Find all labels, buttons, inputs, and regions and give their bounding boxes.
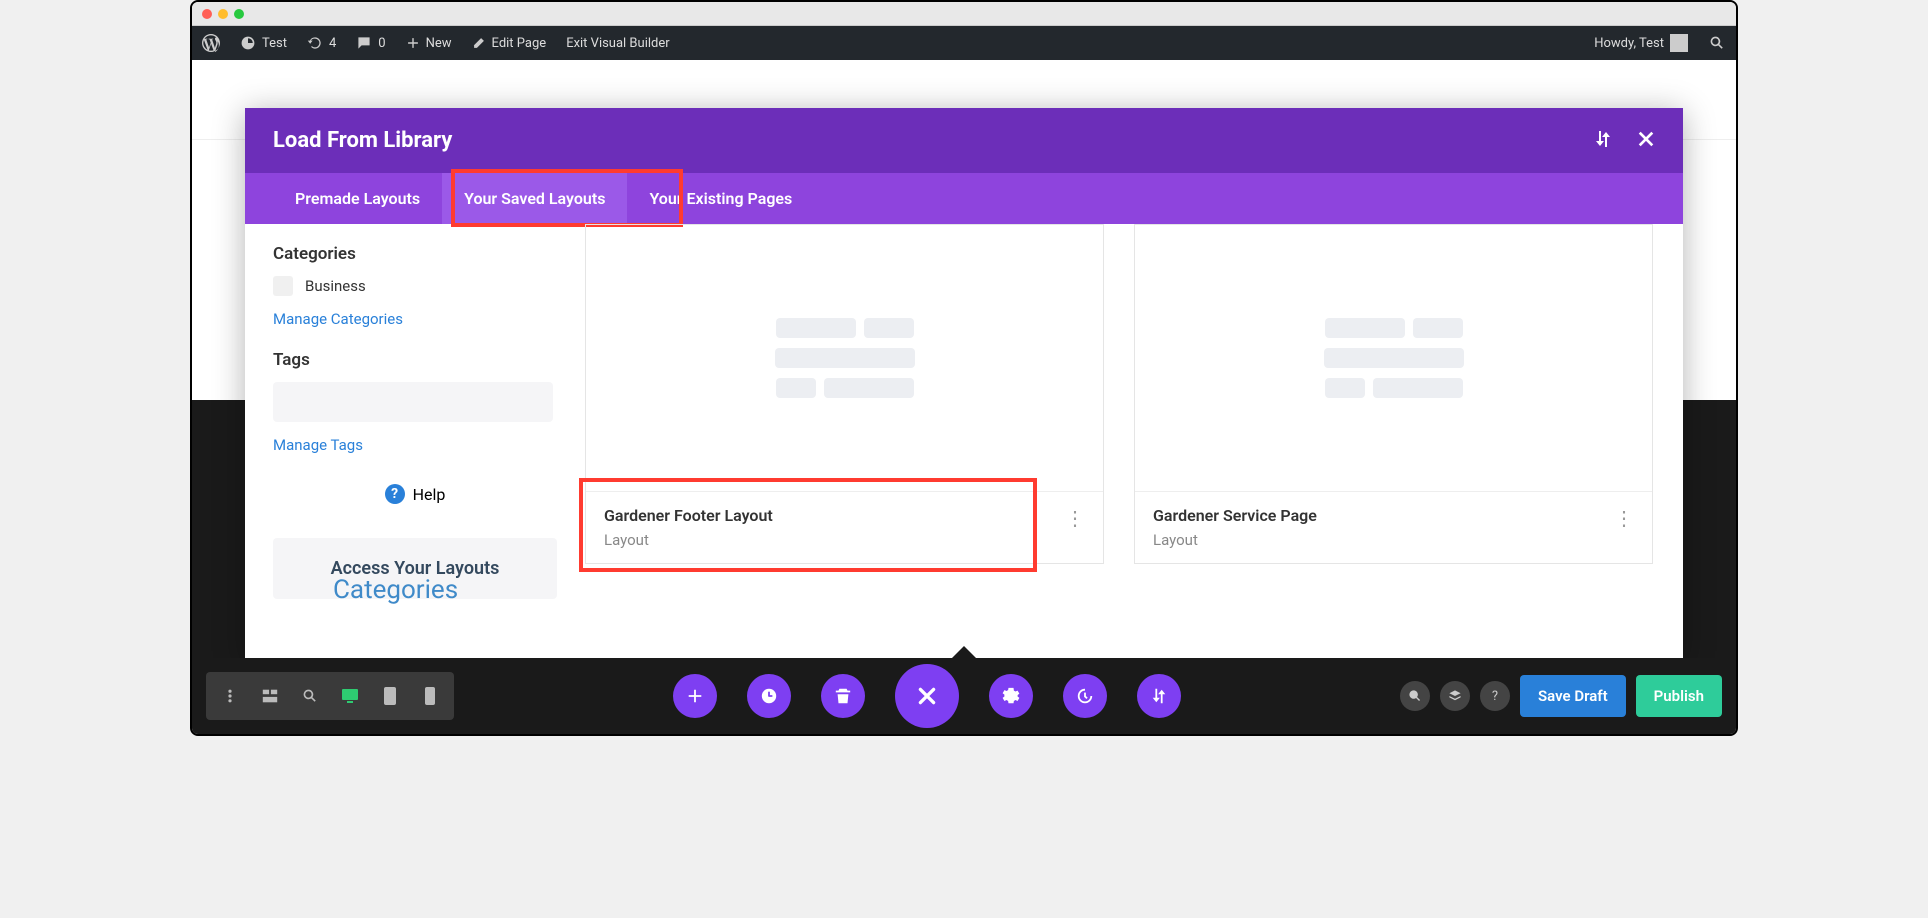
exit-visual-builder[interactable]: Exit Visual Builder — [556, 26, 679, 60]
card-preview — [586, 225, 1103, 491]
updates[interactable]: 4 — [297, 26, 346, 60]
card-preview — [1135, 225, 1652, 491]
categories-overlay-text: Categories — [333, 575, 458, 605]
page-body: Load From Library Premade Layouts Your S… — [192, 60, 1736, 662]
wireframe-icon[interactable] — [250, 678, 290, 714]
edit-page-label: Edit Page — [492, 36, 547, 51]
phone-icon[interactable] — [410, 678, 450, 714]
window-minimize-dot[interactable] — [218, 9, 228, 19]
pointer-down — [950, 646, 978, 660]
right-controls: ? Save Draft Publish — [1400, 675, 1722, 717]
tags-heading: Tags — [273, 350, 557, 370]
wordpress-icon — [202, 34, 220, 52]
dashboard-icon — [240, 35, 256, 51]
layout-card-gardener-service[interactable]: Gardener Service Page Layout ⋮ — [1134, 224, 1653, 564]
update-icon — [307, 35, 323, 51]
help-row[interactable]: ? Help — [273, 484, 557, 504]
tags-input[interactable] — [273, 382, 553, 422]
access-layouts-box[interactable]: Access Your Layouts Categories — [273, 538, 557, 599]
highlight-footer-card — [579, 478, 1037, 572]
publish-button[interactable]: Publish — [1636, 675, 1722, 717]
modal-header: Load From Library — [245, 108, 1683, 173]
menu-dots-icon[interactable] — [210, 678, 250, 714]
comments-count: 0 — [378, 36, 385, 51]
history-button[interactable] — [1063, 674, 1107, 718]
tablet-icon[interactable] — [370, 678, 410, 714]
modal-title: Load From Library — [273, 128, 452, 153]
highlight-saved-tab — [451, 169, 683, 227]
clear-layout-button[interactable] — [821, 674, 865, 718]
view-controls — [206, 672, 454, 720]
page-settings-button[interactable] — [989, 674, 1033, 718]
modal-tabs: Premade Layouts Your Saved Layouts Your … — [245, 173, 1683, 224]
library-sidebar: Categories Business Manage Categories Ta… — [245, 224, 585, 662]
window-close-dot[interactable] — [202, 9, 212, 19]
site-name-label: Test — [262, 36, 287, 51]
layout-cards: Gardener Footer Layout Layout ⋮ — [585, 224, 1683, 662]
manage-categories-link[interactable]: Manage Categories — [273, 310, 557, 328]
checkbox-business-label: Business — [305, 277, 366, 295]
edit-page[interactable]: Edit Page — [462, 26, 557, 60]
wp-logo[interactable] — [192, 26, 230, 60]
tab-premade-layouts[interactable]: Premade Layouts — [273, 173, 442, 224]
help-button[interactable]: ? — [1480, 681, 1510, 711]
updates-count: 4 — [329, 36, 336, 51]
help-icon: ? — [385, 484, 405, 504]
desktop-icon[interactable] — [330, 678, 370, 714]
wp-adminbar: Test 4 0 New — [192, 26, 1736, 60]
avatar — [1670, 34, 1688, 52]
plus-icon — [406, 36, 420, 50]
find-replace-button[interactable] — [1400, 681, 1430, 711]
comment-icon — [356, 35, 372, 51]
site-name[interactable]: Test — [230, 26, 297, 60]
close-builder-button[interactable] — [895, 664, 959, 728]
new-label: New — [426, 36, 452, 51]
zoom-icon[interactable] — [290, 678, 330, 714]
builder-bottombar: ? Save Draft Publish — [192, 658, 1736, 734]
portability-icon[interactable] — [1593, 129, 1613, 153]
layers-button[interactable] — [1440, 681, 1470, 711]
comments[interactable]: 0 — [346, 26, 395, 60]
exit-label: Exit Visual Builder — [566, 36, 669, 51]
modal-content: Categories Business Manage Categories Ta… — [245, 224, 1683, 662]
library-modal: Load From Library Premade Layouts Your S… — [245, 108, 1683, 662]
categories-heading: Categories — [273, 244, 557, 264]
search-icon — [1708, 34, 1726, 52]
portability-button[interactable] — [1137, 674, 1181, 718]
category-business-row[interactable]: Business — [273, 276, 557, 296]
center-controls — [673, 664, 1181, 728]
help-label: Help — [413, 485, 446, 504]
card-menu-icon[interactable]: ⋮ — [1614, 506, 1634, 530]
howdy-user[interactable]: Howdy, Test — [1584, 26, 1698, 60]
checkbox-business[interactable] — [273, 276, 293, 296]
window-titlebar — [192, 2, 1736, 26]
new-content[interactable]: New — [396, 26, 462, 60]
card-title: Gardener Service Page — [1153, 506, 1317, 525]
close-icon[interactable] — [1637, 130, 1655, 152]
card-menu-icon[interactable]: ⋮ — [1065, 506, 1085, 530]
manage-tags-link[interactable]: Manage Tags — [273, 436, 557, 454]
add-button[interactable] — [673, 674, 717, 718]
save-draft-button[interactable]: Save Draft — [1520, 675, 1626, 717]
pencil-icon — [472, 36, 486, 50]
save-library-button[interactable] — [747, 674, 791, 718]
window-maximize-dot[interactable] — [234, 9, 244, 19]
adminbar-search[interactable] — [1698, 26, 1736, 60]
howdy-label: Howdy, Test — [1594, 36, 1664, 51]
card-subtitle: Layout — [1153, 531, 1317, 549]
